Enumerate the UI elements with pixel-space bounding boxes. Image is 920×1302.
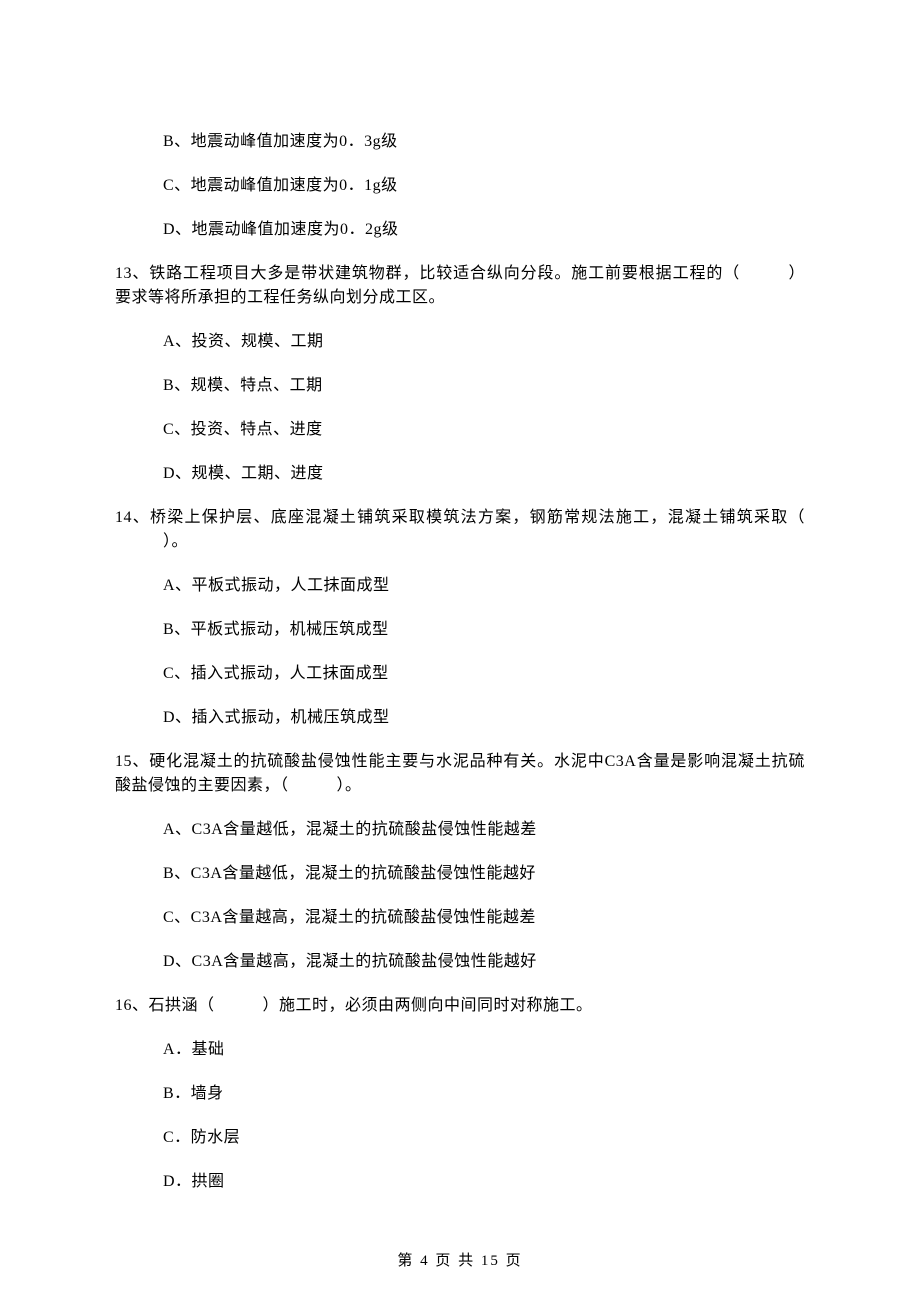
q13-stem-pre: 13、铁路工程项目大多是带状建筑物群，比较适合纵向分段。施工前要根据工程的（ (115, 265, 740, 282)
q13-stem: 13、铁路工程项目大多是带状建筑物群，比较适合纵向分段。施工前要根据工程的（）要… (115, 262, 805, 310)
q13-option-d: D、规模、工期、进度 (163, 462, 805, 486)
q16-option-b: B．墙身 (163, 1082, 805, 1106)
q13-option-b: B、规模、特点、工期 (163, 374, 805, 398)
q14-option-b: B、平板式振动，机械压筑成型 (163, 618, 805, 642)
page-footer: 第 4 页 共 15 页 (0, 1250, 920, 1273)
q15-option-a: A、C3A含量越低，混凝土的抗硫酸盐侵蚀性能越差 (163, 818, 805, 842)
q14-stem: 14、桥梁上保护层、底座混凝土铺筑采取模筑法方案，钢筋常规法施工，混凝土铺筑采取… (115, 506, 805, 554)
q16-stem-post: ）施工时，必须由两侧向中间同时对称施工。 (263, 997, 593, 1014)
q14-stem-pre: 14、桥梁上保护层、底座混凝土铺筑采取模筑法方案，钢筋常规法施工，混凝土铺筑采取… (115, 509, 805, 526)
q16-stem-pre: 16、石拱涵（ (115, 997, 215, 1014)
q14-option-d: D、插入式振动，机械压筑成型 (163, 706, 805, 730)
q15-stem-pre: 15、硬化混凝土的抗硫酸盐侵蚀性能主要与水泥品种有关。水泥中C3A含量是影响混凝… (115, 753, 805, 794)
q13-option-a: A、投资、规模、工期 (163, 330, 805, 354)
q14-option-a: A、平板式振动，人工抹面成型 (163, 574, 805, 598)
q15-option-d: D、C3A含量越高，混凝土的抗硫酸盐侵蚀性能越好 (163, 950, 805, 974)
q16-stem: 16、石拱涵（ ）施工时，必须由两侧向中间同时对称施工。 (115, 994, 805, 1018)
q12-option-c: C、地震动峰值加速度为0．1g级 (163, 174, 805, 198)
q15-stem-post: ）。 (337, 777, 362, 794)
q12-option-d: D、地震动峰值加速度为0．2g级 (163, 218, 805, 242)
q14-option-c: C、插入式振动，人工抹面成型 (163, 662, 805, 686)
document-page: B、地震动峰值加速度为0．3g级 C、地震动峰值加速度为0．1g级 D、地震动峰… (0, 0, 920, 1302)
q16-option-d: D．拱圈 (163, 1170, 805, 1194)
q13-option-c: C、投资、特点、进度 (163, 418, 805, 442)
q14-stem-post: ）。 (163, 533, 188, 550)
q15-option-c: C、C3A含量越高，混凝土的抗硫酸盐侵蚀性能越差 (163, 906, 805, 930)
q16-option-a: A．基础 (163, 1038, 805, 1062)
q15-stem: 15、硬化混凝土的抗硫酸盐侵蚀性能主要与水泥品种有关。水泥中C3A含量是影响混凝… (115, 750, 805, 798)
q16-option-c: C．防水层 (163, 1126, 805, 1150)
q15-option-b: B、C3A含量越低，混凝土的抗硫酸盐侵蚀性能越好 (163, 862, 805, 886)
q12-option-b: B、地震动峰值加速度为0．3g级 (163, 130, 805, 154)
